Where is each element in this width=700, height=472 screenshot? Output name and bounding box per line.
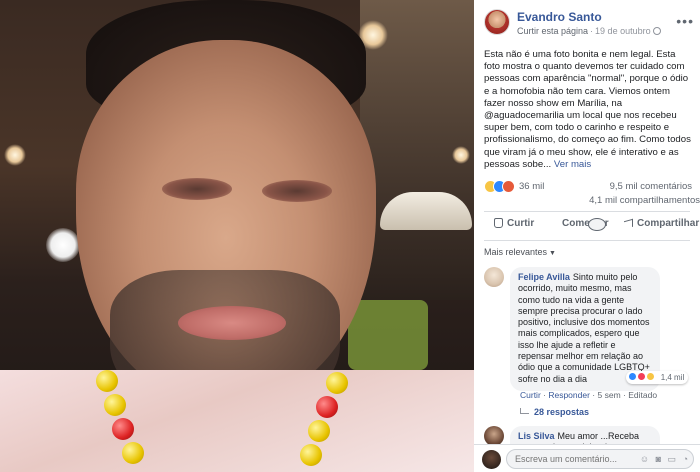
comment-like-link[interactable]: Curtir bbox=[520, 390, 541, 400]
comments-count[interactable]: 9,5 mil comentários bbox=[610, 181, 692, 192]
wow-reaction-icon bbox=[646, 372, 656, 381]
post-actions: Curtir Comentar Compartilhar bbox=[484, 214, 699, 238]
feather-decoration bbox=[46, 228, 80, 262]
view-replies-link[interactable]: 28 respostas bbox=[520, 407, 589, 417]
reply-arrow-icon bbox=[520, 408, 529, 414]
divider bbox=[484, 211, 690, 212]
commenter-name[interactable]: Lis Silva bbox=[518, 431, 555, 441]
comment-time[interactable]: 5 sem bbox=[598, 390, 621, 400]
comment-edited: Editado bbox=[628, 390, 658, 400]
commenter-avatar[interactable] bbox=[484, 267, 504, 287]
commenter-name[interactable]: Felipe Avilla bbox=[518, 272, 570, 282]
post-header: Evandro Santo Curtir esta página · 19 de o… bbox=[484, 9, 694, 39]
ceiling-light bbox=[452, 146, 470, 164]
reactions-summary[interactable]: 36 mil 9,5 mil comentários bbox=[484, 180, 692, 194]
post-meta: Curtir esta página · 19 de outubro bbox=[517, 26, 661, 36]
shares-count[interactable]: 4,1 mil compartilhamentos bbox=[589, 195, 700, 206]
sticker-icon[interactable]: ◔ bbox=[683, 454, 688, 464]
post-date[interactable]: 19 de outubro bbox=[595, 26, 651, 36]
comment-reaction-count: 1,4 mil bbox=[660, 373, 685, 382]
ceiling-light bbox=[4, 144, 26, 166]
emoji-icon[interactable]: ☺ bbox=[640, 454, 649, 464]
share-button-label: Compartilhar bbox=[637, 218, 700, 229]
comment-button[interactable]: Comentar bbox=[562, 218, 609, 231]
pendant-lamp bbox=[380, 192, 472, 230]
chevron-down-icon: ▼ bbox=[549, 250, 556, 257]
meta-separator: · bbox=[590, 26, 594, 36]
bead-necklace bbox=[96, 360, 366, 472]
share-icon bbox=[624, 218, 633, 230]
post-photo[interactable] bbox=[0, 0, 474, 472]
divider bbox=[484, 240, 690, 241]
comment: Felipe Avilla Sinto muito pelo ocorrido, … bbox=[484, 267, 692, 427]
comment-reply-link[interactable]: Responder bbox=[548, 390, 590, 400]
post-text: Esta não é uma foto bonita e nem legal. … bbox=[484, 49, 692, 171]
camera-icon[interactable]: ◙ bbox=[656, 454, 661, 464]
comment-reactions[interactable]: 1,4 mil bbox=[626, 371, 689, 384]
gif-icon[interactable]: ▭ bbox=[668, 454, 677, 464]
see-more-link[interactable]: Ver mais bbox=[554, 159, 591, 170]
globe-icon bbox=[652, 27, 661, 35]
comment-composer: ☺ ◙ ▭ ◔ bbox=[474, 444, 700, 472]
commenter-avatar[interactable] bbox=[484, 426, 504, 446]
composer-tools: ☺ ◙ ▭ ◔ bbox=[636, 454, 688, 465]
left-eye bbox=[162, 178, 232, 200]
right-eye bbox=[262, 180, 332, 202]
like-reaction-icon bbox=[628, 372, 637, 381]
comment-sort-dropdown[interactable]: Mais relevantes ▼ bbox=[484, 247, 556, 257]
comment-icon bbox=[588, 218, 606, 231]
replies-count: 28 respostas bbox=[534, 407, 590, 417]
lips bbox=[178, 306, 286, 340]
follow-page-link[interactable]: Curtir esta página bbox=[517, 26, 588, 36]
author-avatar[interactable] bbox=[484, 9, 510, 35]
angry-reaction-icon bbox=[502, 180, 515, 193]
more-options-icon[interactable]: ••• bbox=[676, 13, 694, 29]
reaction-count[interactable]: 36 mil bbox=[519, 181, 544, 192]
current-user-avatar bbox=[482, 450, 501, 469]
comment-text: Sinto muito pelo ocorrido, muito mesmo, … bbox=[518, 272, 650, 384]
post-body: Esta não é uma foto bonita e nem legal. … bbox=[484, 49, 691, 170]
like-button-label: Curtir bbox=[507, 218, 535, 229]
thumbs-up-icon bbox=[494, 218, 503, 228]
comment-actions: Curtir · Responder · 5 sem · Editado bbox=[520, 390, 658, 400]
post-side-panel: Evandro Santo Curtir esta página · 19 de o… bbox=[474, 0, 700, 472]
like-button[interactable]: Curtir bbox=[494, 218, 534, 229]
comment-sort-label: Mais relevantes bbox=[484, 247, 548, 257]
love-reaction-icon bbox=[637, 372, 647, 381]
author-name[interactable]: Evandro Santo bbox=[517, 10, 602, 24]
share-button[interactable]: Compartilhar bbox=[624, 218, 700, 230]
